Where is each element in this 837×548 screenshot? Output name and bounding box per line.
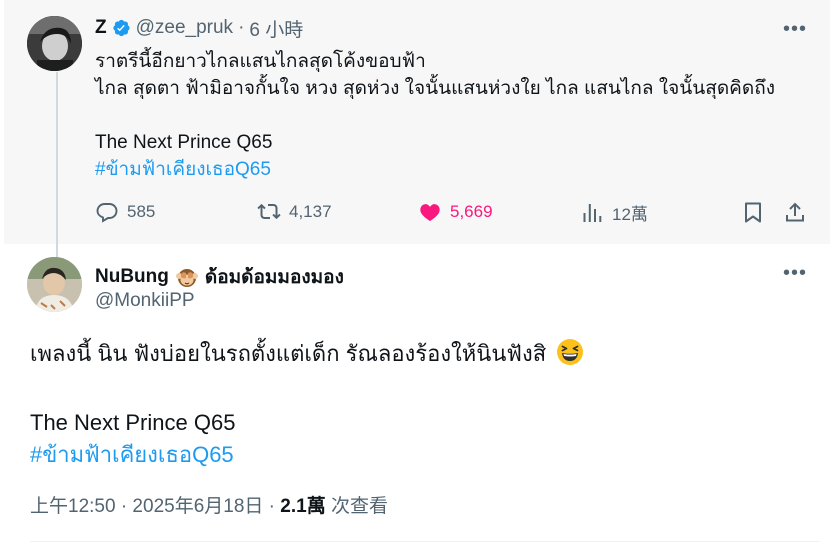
tweet-text: ราตรีนี้อีกยาวไกลแสนไกลสุดโค้งขอบฟ้า ไกล… <box>95 48 815 183</box>
heart-filled-icon <box>420 204 440 221</box>
thread-connector-line <box>56 72 58 260</box>
retweet-button[interactable]: 4,137 <box>257 200 332 224</box>
more-options-icon[interactable]: ••• <box>781 18 809 40</box>
share-icon <box>786 202 804 222</box>
views-label: 次查看 <box>325 496 388 517</box>
display-name-suffix: ด้อมด้อมมองมอง <box>204 267 344 288</box>
tweet-text-content: เพลงนี้ นิน ฟังบ่อยในรถตั้งแต่เด็ก รัณลอ… <box>30 341 547 366</box>
tweet-text-line: ราตรีนี้อีกยาวไกลแสนไกลสุดโค้งขอบฟ้า <box>95 51 426 72</box>
handle[interactable]: @MonkiiPP <box>95 290 195 312</box>
profile-photo-icon <box>27 16 82 71</box>
like-button[interactable]: 5,669 <box>418 200 493 224</box>
bookmark-button[interactable] <box>741 200 773 224</box>
dot-separator: · <box>238 17 245 38</box>
display-name[interactable]: Z <box>95 17 107 39</box>
display-name: NuBung <box>95 266 169 287</box>
profile-photo-icon <box>27 257 82 312</box>
tweet-actions: 585 4,137 5,669 12萬 <box>95 200 815 228</box>
tweet-text-line: ไกล สุดตา ฟ้ามิอาจกั้นใจ หวง สุดห่วง ใจน… <box>95 78 776 99</box>
reply-display-name[interactable]: NuBung ด้อมด้อมมองมอง <box>95 262 344 292</box>
tweet-metadata: 上午12:50 · 2025年6月18日 · 2.1萬 次查看 <box>30 491 388 518</box>
avatar[interactable] <box>27 257 82 312</box>
reply-count: 585 <box>127 202 156 221</box>
tweet-text-line: The Next Prince Q65 <box>30 410 236 435</box>
verified-badge-icon <box>111 18 131 38</box>
more-options-icon[interactable]: ••• <box>781 262 809 284</box>
hashtag-link[interactable]: #ข้ามฟ้าเคียงเธอQ65 <box>95 156 815 183</box>
like-count: 5,669 <box>450 202 493 221</box>
post-time[interactable]: 6 小時 <box>249 15 303 42</box>
views-count: 12萬 <box>612 205 648 224</box>
views-chart-icon <box>583 203 602 222</box>
reply-tweet-text: เพลงนี้ นิน ฟังบ่อยในรถตั้งแต่เด็ก รัณลอ… <box>30 338 820 471</box>
retweet-icon <box>257 203 281 220</box>
tweet-text-line: The Next Prince Q65 <box>95 132 273 153</box>
tweet-text-line: เพลงนี้ นิน ฟังบ่อยในรถตั้งแต่เด็ก รัณลอ… <box>30 338 820 375</box>
bookmark-icon <box>745 202 761 223</box>
grinning-squinting-face-icon <box>556 338 584 375</box>
handle[interactable]: @zee_pruk <box>136 17 233 39</box>
see-no-evil-monkey-icon <box>175 265 199 289</box>
post-timestamp[interactable]: 上午12:50 · 2025年6月18日 · <box>30 496 280 517</box>
hashtag-link[interactable]: #ข้ามฟ้าเคียงเธอQ65 <box>30 439 820 471</box>
reply-button[interactable]: 585 <box>95 200 155 224</box>
avatar[interactable] <box>27 16 82 71</box>
parent-tweet-header: Z @zee_pruk · 6 小時 <box>95 15 303 42</box>
divider <box>30 541 820 542</box>
views-count: 2.1萬 <box>280 496 326 517</box>
retweet-count: 4,137 <box>289 202 332 221</box>
tweet-text-line <box>95 102 815 129</box>
views-button[interactable]: 12萬 <box>580 200 648 225</box>
share-button[interactable] <box>783 200 815 224</box>
reply-icon <box>96 203 118 223</box>
